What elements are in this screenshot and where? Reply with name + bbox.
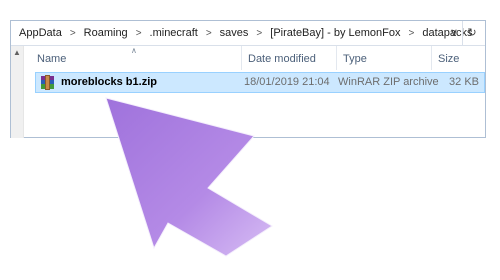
cursor-arrow-icon [105,97,273,257]
